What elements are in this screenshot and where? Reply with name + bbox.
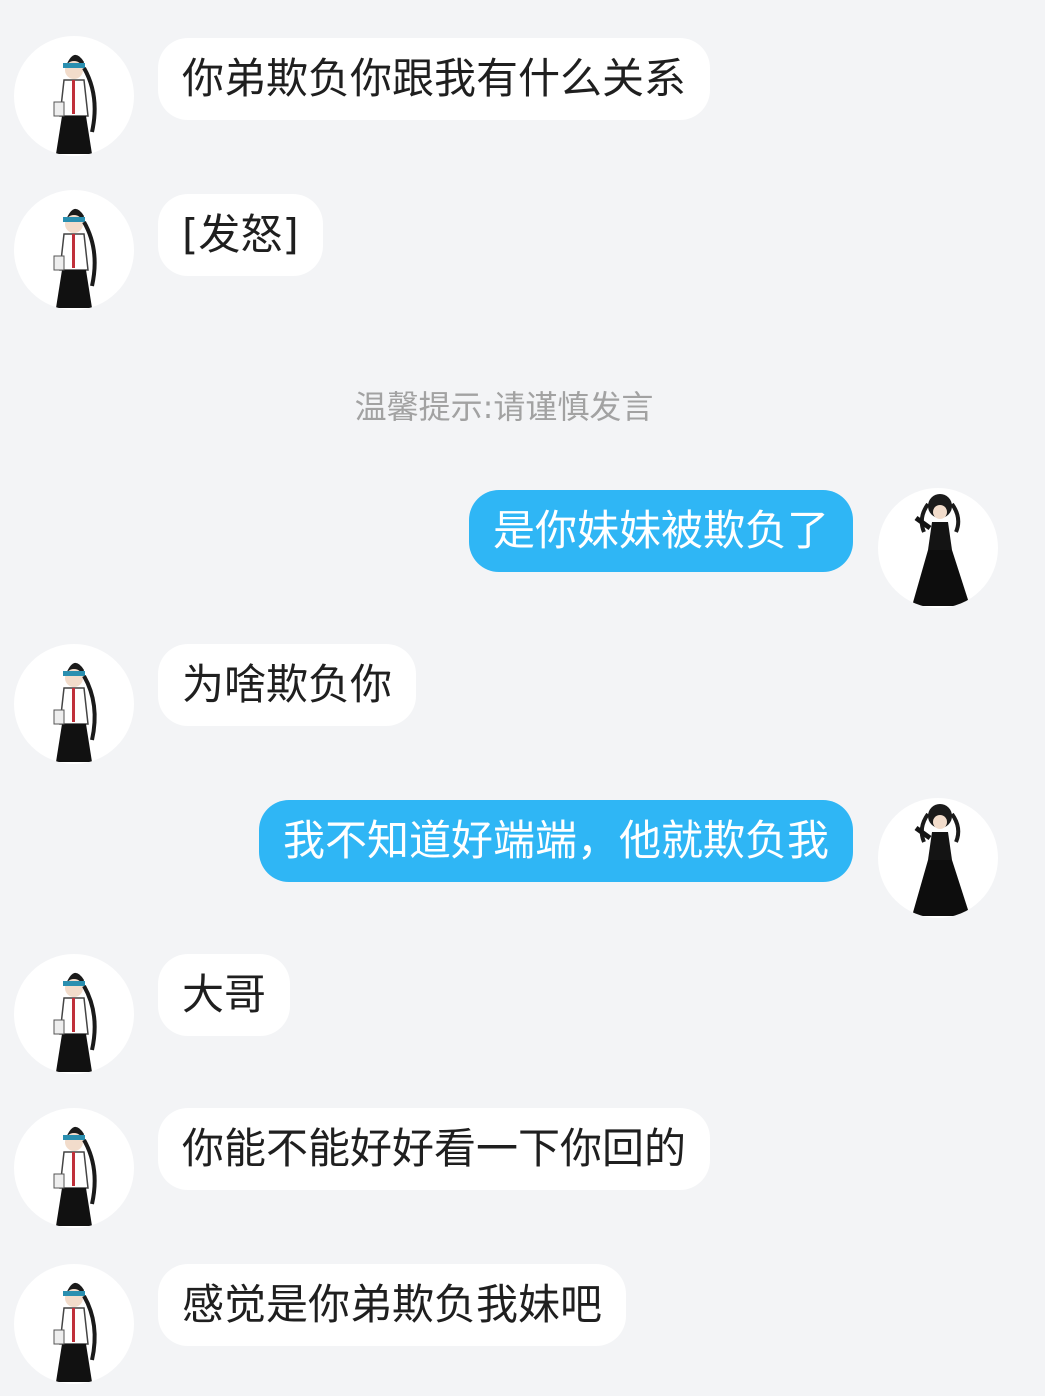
incoming-message-bubble[interactable]: 你能不能好好看一下你回的 <box>158 1108 711 1190</box>
outgoing-message-bubble[interactable]: 是你妹妹被欺负了 <box>468 490 853 572</box>
self-user-avatar[interactable] <box>878 798 998 918</box>
incoming-message-bubble[interactable]: 为啥欺负你 <box>158 644 417 726</box>
character-figure-icon <box>53 1282 97 1382</box>
character-figure-icon <box>53 972 97 1072</box>
other-user-avatar[interactable] <box>14 36 134 156</box>
other-user-avatar[interactable] <box>14 1264 134 1384</box>
character-figure-icon <box>53 1126 97 1226</box>
character-figure-icon <box>53 54 97 154</box>
self-user-avatar[interactable] <box>878 488 998 608</box>
other-user-avatar[interactable] <box>14 190 134 310</box>
character-figure-icon <box>912 494 970 606</box>
character-figure-icon <box>53 662 97 762</box>
character-figure-icon <box>53 208 97 308</box>
system-notice: 温馨提示:请谨慎发言 <box>354 388 654 426</box>
incoming-message-bubble[interactable]: [发怒] <box>158 194 323 276</box>
outgoing-message-bubble[interactable]: 我不知道好端端，他就欺负我 <box>258 800 853 882</box>
incoming-message-bubble[interactable]: 感觉是你弟欺负我妹吧 <box>158 1264 627 1346</box>
other-user-avatar[interactable] <box>14 1108 134 1228</box>
other-user-avatar[interactable] <box>14 954 134 1074</box>
character-figure-icon <box>912 804 970 916</box>
incoming-message-bubble[interactable]: 大哥 <box>158 954 291 1036</box>
other-user-avatar[interactable] <box>14 644 134 764</box>
incoming-message-bubble[interactable]: 你弟欺负你跟我有什么关系 <box>158 38 711 120</box>
